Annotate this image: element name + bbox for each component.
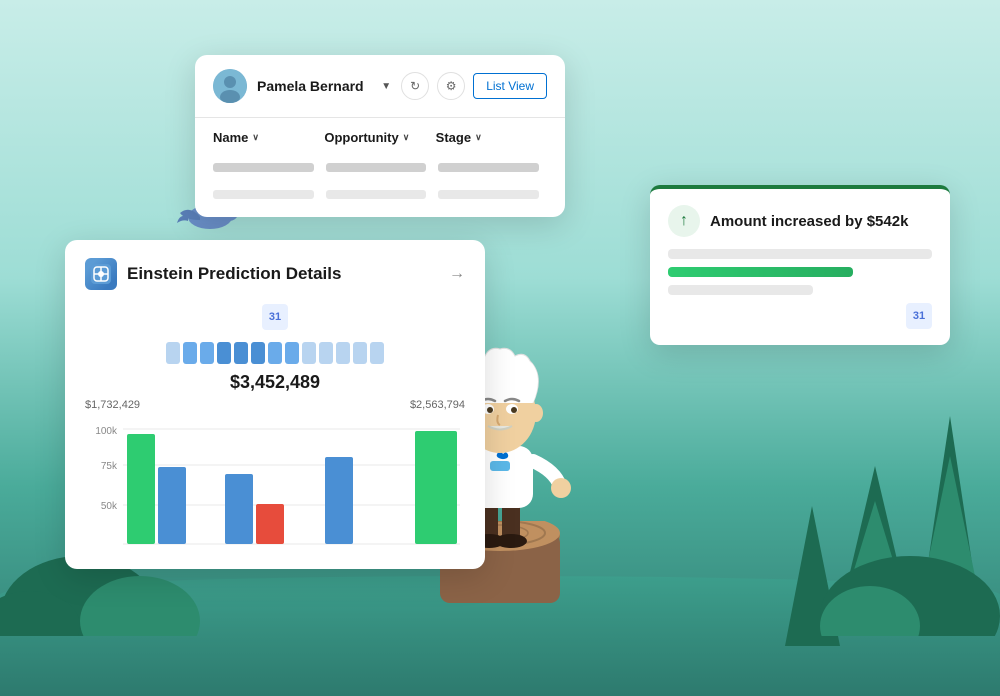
crm-cell xyxy=(438,163,539,172)
prediction-title: Einstein Prediction Details xyxy=(127,264,439,284)
amount-progress-bar xyxy=(668,267,853,277)
amount-rows xyxy=(668,249,932,295)
bar-seg xyxy=(166,342,180,364)
bar-seg xyxy=(268,342,282,364)
user-name-text: Pamela Bernard xyxy=(257,78,368,94)
settings-button[interactable]: ⚙ xyxy=(437,72,465,100)
bar-seg xyxy=(285,342,299,364)
column-headers: Name ∨ Opportunity ∨ Stage ∨ xyxy=(195,118,565,153)
bar-seg xyxy=(319,342,333,364)
crm-cell xyxy=(438,190,539,199)
crm-cell xyxy=(213,190,314,199)
crm-cell xyxy=(213,163,314,172)
svg-text:75k: 75k xyxy=(101,461,118,472)
chart-area: 100k 75k 50k xyxy=(85,419,465,549)
svg-text:50k: 50k xyxy=(101,501,118,512)
prediction-arrow-link[interactable]: → xyxy=(449,265,465,283)
crm-cell xyxy=(326,163,427,172)
bar-seg xyxy=(370,342,384,364)
crm-row-2 xyxy=(213,186,547,203)
prediction-header: Einstein Prediction Details → xyxy=(85,258,465,290)
prediction-bar-track xyxy=(85,342,465,364)
col-name[interactable]: Name ∨ xyxy=(213,130,324,145)
amount-title: Amount increased by $542k xyxy=(710,213,908,230)
prediction-chart: 100k 75k 50k xyxy=(85,419,465,549)
amount-header: ↑ Amount increased by $542k xyxy=(668,205,932,237)
avatar xyxy=(213,69,247,103)
crm-card-header: Pamela Bernard ▼ ↻ ⚙ List View xyxy=(195,55,565,118)
bar-seg xyxy=(200,342,214,364)
einstein-icon xyxy=(85,258,117,290)
bar-center-value: $3,452,489 xyxy=(85,372,465,393)
amount-row-3 xyxy=(668,285,813,295)
bar-seg xyxy=(217,342,231,364)
col-stage[interactable]: Stage ∨ xyxy=(436,130,547,145)
bar-seg xyxy=(302,342,316,364)
list-view-button[interactable]: List View xyxy=(473,73,547,99)
crm-cell xyxy=(326,190,427,199)
calendar-badge-amount: 31 xyxy=(906,303,932,329)
amount-footer: 31 xyxy=(668,303,932,329)
col-opportunity[interactable]: Opportunity ∨ xyxy=(324,130,435,145)
range-low: $1,732,429 xyxy=(85,399,140,411)
bar-range: $1,732,429 $2,563,794 xyxy=(85,399,465,411)
bushes-right xyxy=(820,516,1000,636)
crm-row-1 xyxy=(213,159,547,176)
bar-seg xyxy=(336,342,350,364)
amount-card: ↑ Amount increased by $542k 31 xyxy=(650,185,950,345)
bar-seg xyxy=(234,342,248,364)
prediction-card: Einstein Prediction Details → 31 $3,452,… xyxy=(65,240,485,569)
bar-seg xyxy=(251,342,265,364)
refresh-button[interactable]: ↻ xyxy=(401,72,429,100)
range-high: $2,563,794 xyxy=(410,399,465,411)
user-dropdown-arrow[interactable]: ▼ xyxy=(381,81,391,92)
crm-card: Pamela Bernard ▼ ↻ ⚙ List View Name ∨ Op… xyxy=(195,55,565,217)
svg-text:100k: 100k xyxy=(95,426,118,437)
crm-data-rows xyxy=(195,153,565,217)
bar-seg xyxy=(353,342,367,364)
up-arrow-icon: ↑ xyxy=(668,205,700,237)
header-actions: ↻ ⚙ List View xyxy=(401,72,547,100)
amount-row-1 xyxy=(668,249,932,259)
bar-seg xyxy=(183,342,197,364)
calendar-badge-prediction: 31 xyxy=(262,304,288,330)
